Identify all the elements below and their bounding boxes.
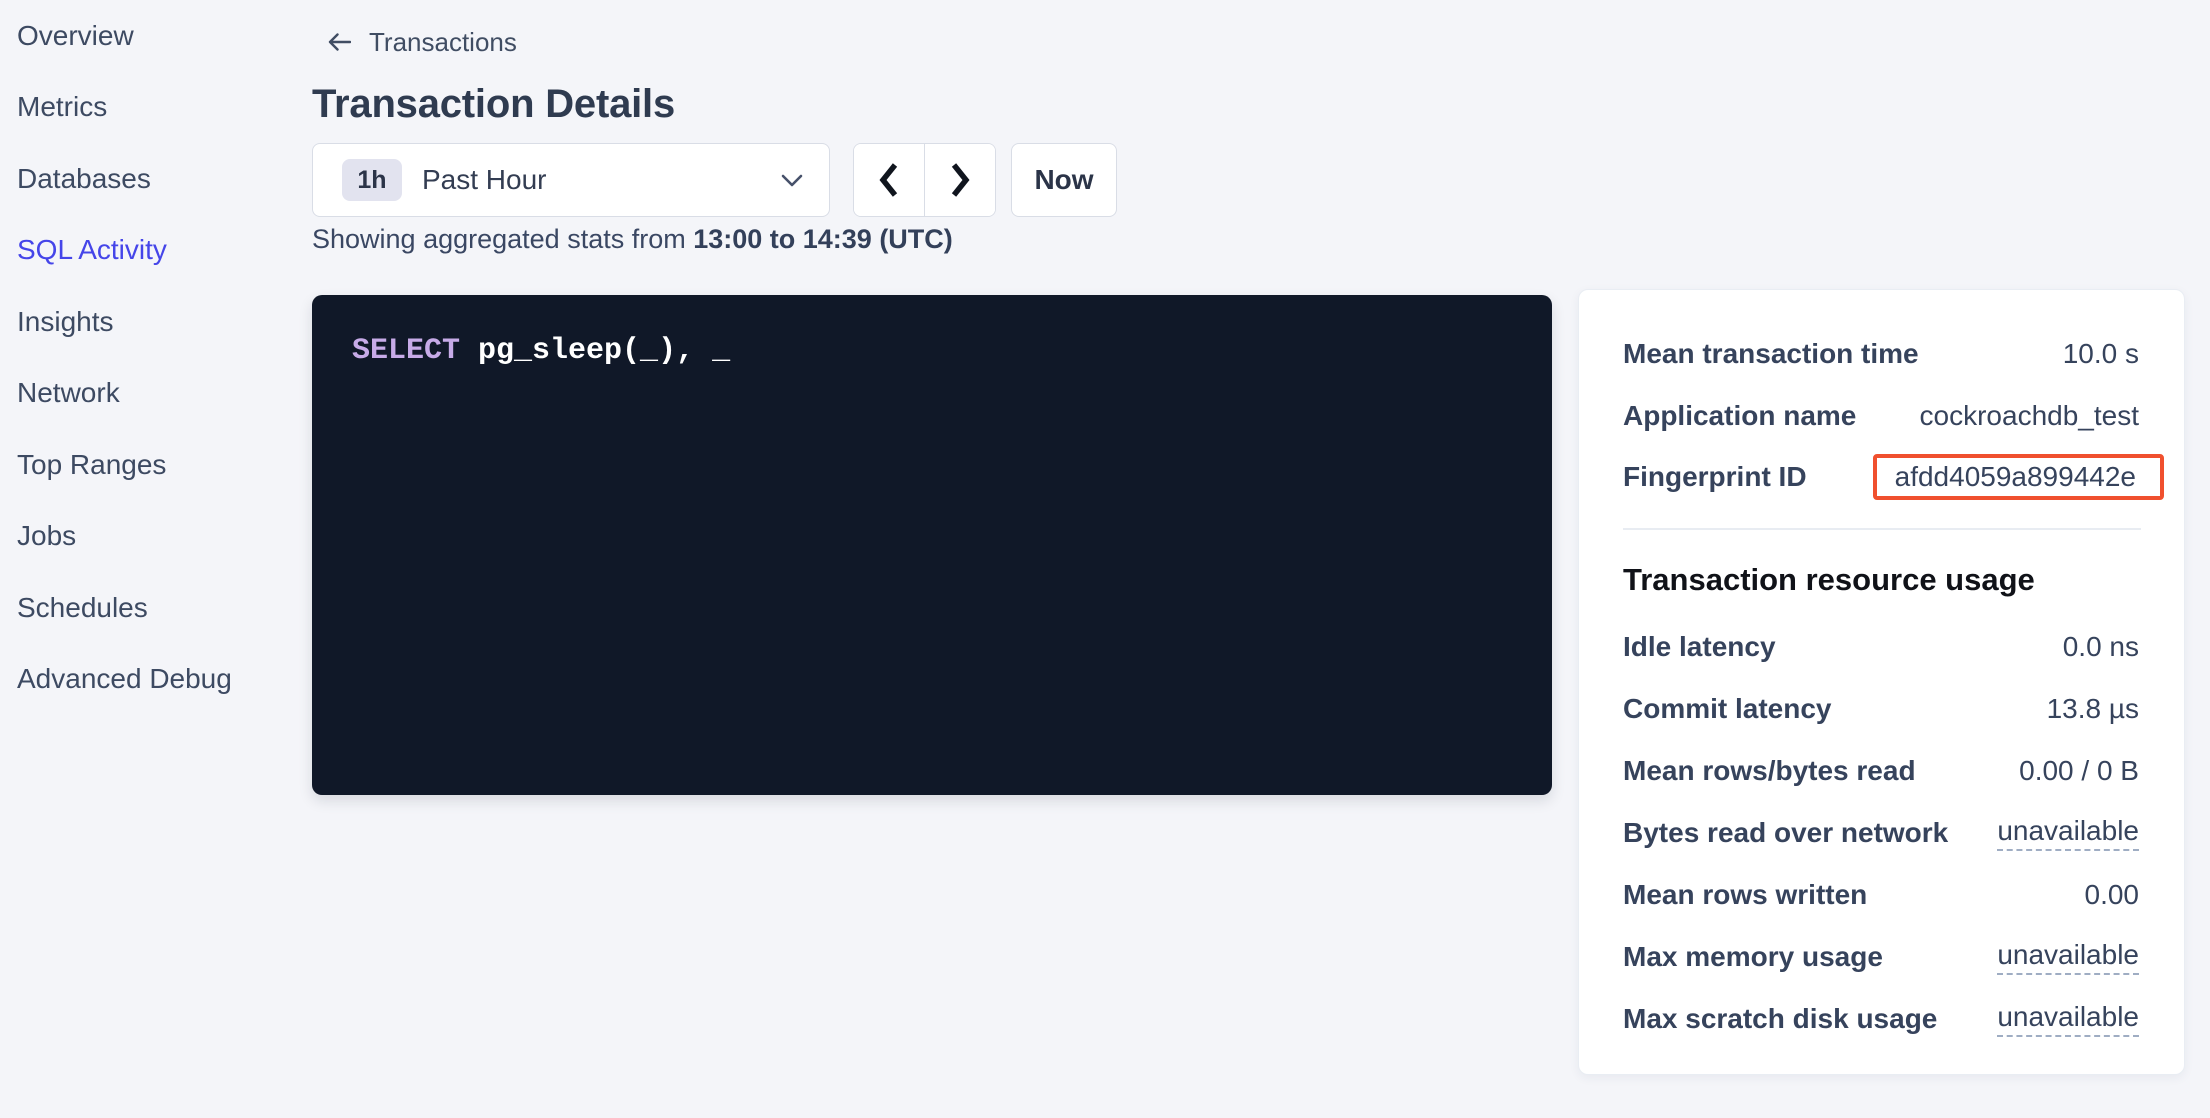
mean-rows-bytes-read-value: 0.00 / 0 B — [2019, 755, 2139, 787]
commit-latency-value: 13.8 µs — [2047, 693, 2139, 725]
sidebar-item-databases[interactable]: Databases — [0, 143, 290, 215]
transaction-details-page: { "colors": { "accent_active_nav": "#454… — [0, 0, 2210, 1118]
time-range-badge: 1h — [342, 159, 402, 201]
back-arrow-icon — [327, 32, 351, 52]
sidebar-item-sql-activity[interactable]: SQL Activity — [0, 215, 290, 287]
fingerprint-id-value: afdd4059a899442e — [1895, 461, 2136, 492]
table-row: Commit latency 13.8 µs — [1623, 691, 2139, 727]
sql-statement-box: SELECT pg_sleep(_), _ — [312, 295, 1552, 795]
sidebar-item-jobs[interactable]: Jobs — [0, 501, 290, 573]
status-line-range: 13:00 to 14:39 (UTC) — [693, 224, 953, 254]
row-label: Bytes read over network — [1623, 817, 1948, 849]
table-row: Mean rows written 0.00 — [1623, 877, 2139, 913]
row-label: Fingerprint ID — [1623, 461, 1807, 493]
table-row: Mean rows/bytes read 0.00 / 0 B — [1623, 753, 2139, 789]
row-label: Max memory usage — [1623, 941, 1883, 973]
previous-time-range-button[interactable] — [854, 144, 925, 216]
sidebar-item-overview[interactable]: Overview — [0, 0, 290, 72]
row-label: Commit latency — [1623, 693, 1832, 725]
card-divider — [1623, 528, 2141, 530]
aggregated-stats-status-line: Showing aggregated stats from 13:00 to 1… — [312, 224, 953, 255]
next-time-range-button[interactable] — [925, 144, 995, 216]
row-label: Max scratch disk usage — [1623, 1003, 1937, 1035]
row-label: Mean rows written — [1623, 879, 1867, 911]
sql-statement-text: pg_sleep(_), _ — [460, 334, 730, 368]
sidebar-item-top-ranges[interactable]: Top Ranges — [0, 429, 290, 501]
table-row: Fingerprint ID afdd4059a899442e — [1623, 459, 2139, 495]
sidebar-item-schedules[interactable]: Schedules — [0, 572, 290, 644]
mean-rows-written-value: 0.00 — [2085, 879, 2140, 911]
sidebar-item-network[interactable]: Network — [0, 358, 290, 430]
resource-usage-heading: Transaction resource usage — [1623, 562, 2035, 598]
chevron-down-icon — [781, 174, 803, 187]
page-title: Transaction Details — [312, 82, 675, 127]
application-name-value: cockroachdb_test — [1920, 400, 2139, 432]
fingerprint-highlight-box: afdd4059a899442e — [1873, 454, 2164, 500]
table-row: Application name cockroachdb_test — [1623, 398, 2139, 434]
row-label: Mean transaction time — [1623, 338, 1919, 370]
time-range-selected-label: Past Hour — [422, 164, 547, 196]
bytes-read-over-network-value[interactable]: unavailable — [1997, 815, 2139, 851]
max-scratch-disk-usage-value[interactable]: unavailable — [1997, 1001, 2139, 1037]
chevron-left-icon — [877, 162, 901, 198]
chevron-right-icon — [948, 162, 972, 198]
sidebar-nav: Overview Metrics Databases SQL Activity … — [0, 0, 290, 715]
sql-keyword: SELECT — [352, 334, 460, 368]
sidebar-item-metrics[interactable]: Metrics — [0, 72, 290, 144]
row-label: Application name — [1623, 400, 1856, 432]
max-memory-usage-value[interactable]: unavailable — [1997, 939, 2139, 975]
sidebar-item-insights[interactable]: Insights — [0, 286, 290, 358]
mean-transaction-time-value: 10.0 s — [2063, 338, 2139, 370]
table-row: Idle latency 0.0 ns — [1623, 629, 2139, 665]
table-row: Bytes read over network unavailable — [1623, 815, 2139, 851]
idle-latency-value: 0.0 ns — [2063, 631, 2139, 663]
time-range-pager — [853, 143, 996, 217]
time-range-dropdown[interactable]: 1h Past Hour — [312, 143, 830, 217]
table-row: Max scratch disk usage unavailable — [1623, 1001, 2139, 1037]
row-label: Mean rows/bytes read — [1623, 755, 1916, 787]
transaction-details-card: Mean transaction time 10.0 s Application… — [1578, 289, 2185, 1075]
row-label: Idle latency — [1623, 631, 1776, 663]
now-button[interactable]: Now — [1011, 143, 1117, 217]
table-row: Mean transaction time 10.0 s — [1623, 336, 2139, 372]
breadcrumb-label: Transactions — [369, 27, 517, 58]
breadcrumb-back-link[interactable]: Transactions — [327, 26, 517, 58]
sidebar-item-advanced-debug[interactable]: Advanced Debug — [0, 644, 290, 716]
table-row: Max memory usage unavailable — [1623, 939, 2139, 975]
status-line-prefix: Showing aggregated stats from — [312, 224, 693, 254]
